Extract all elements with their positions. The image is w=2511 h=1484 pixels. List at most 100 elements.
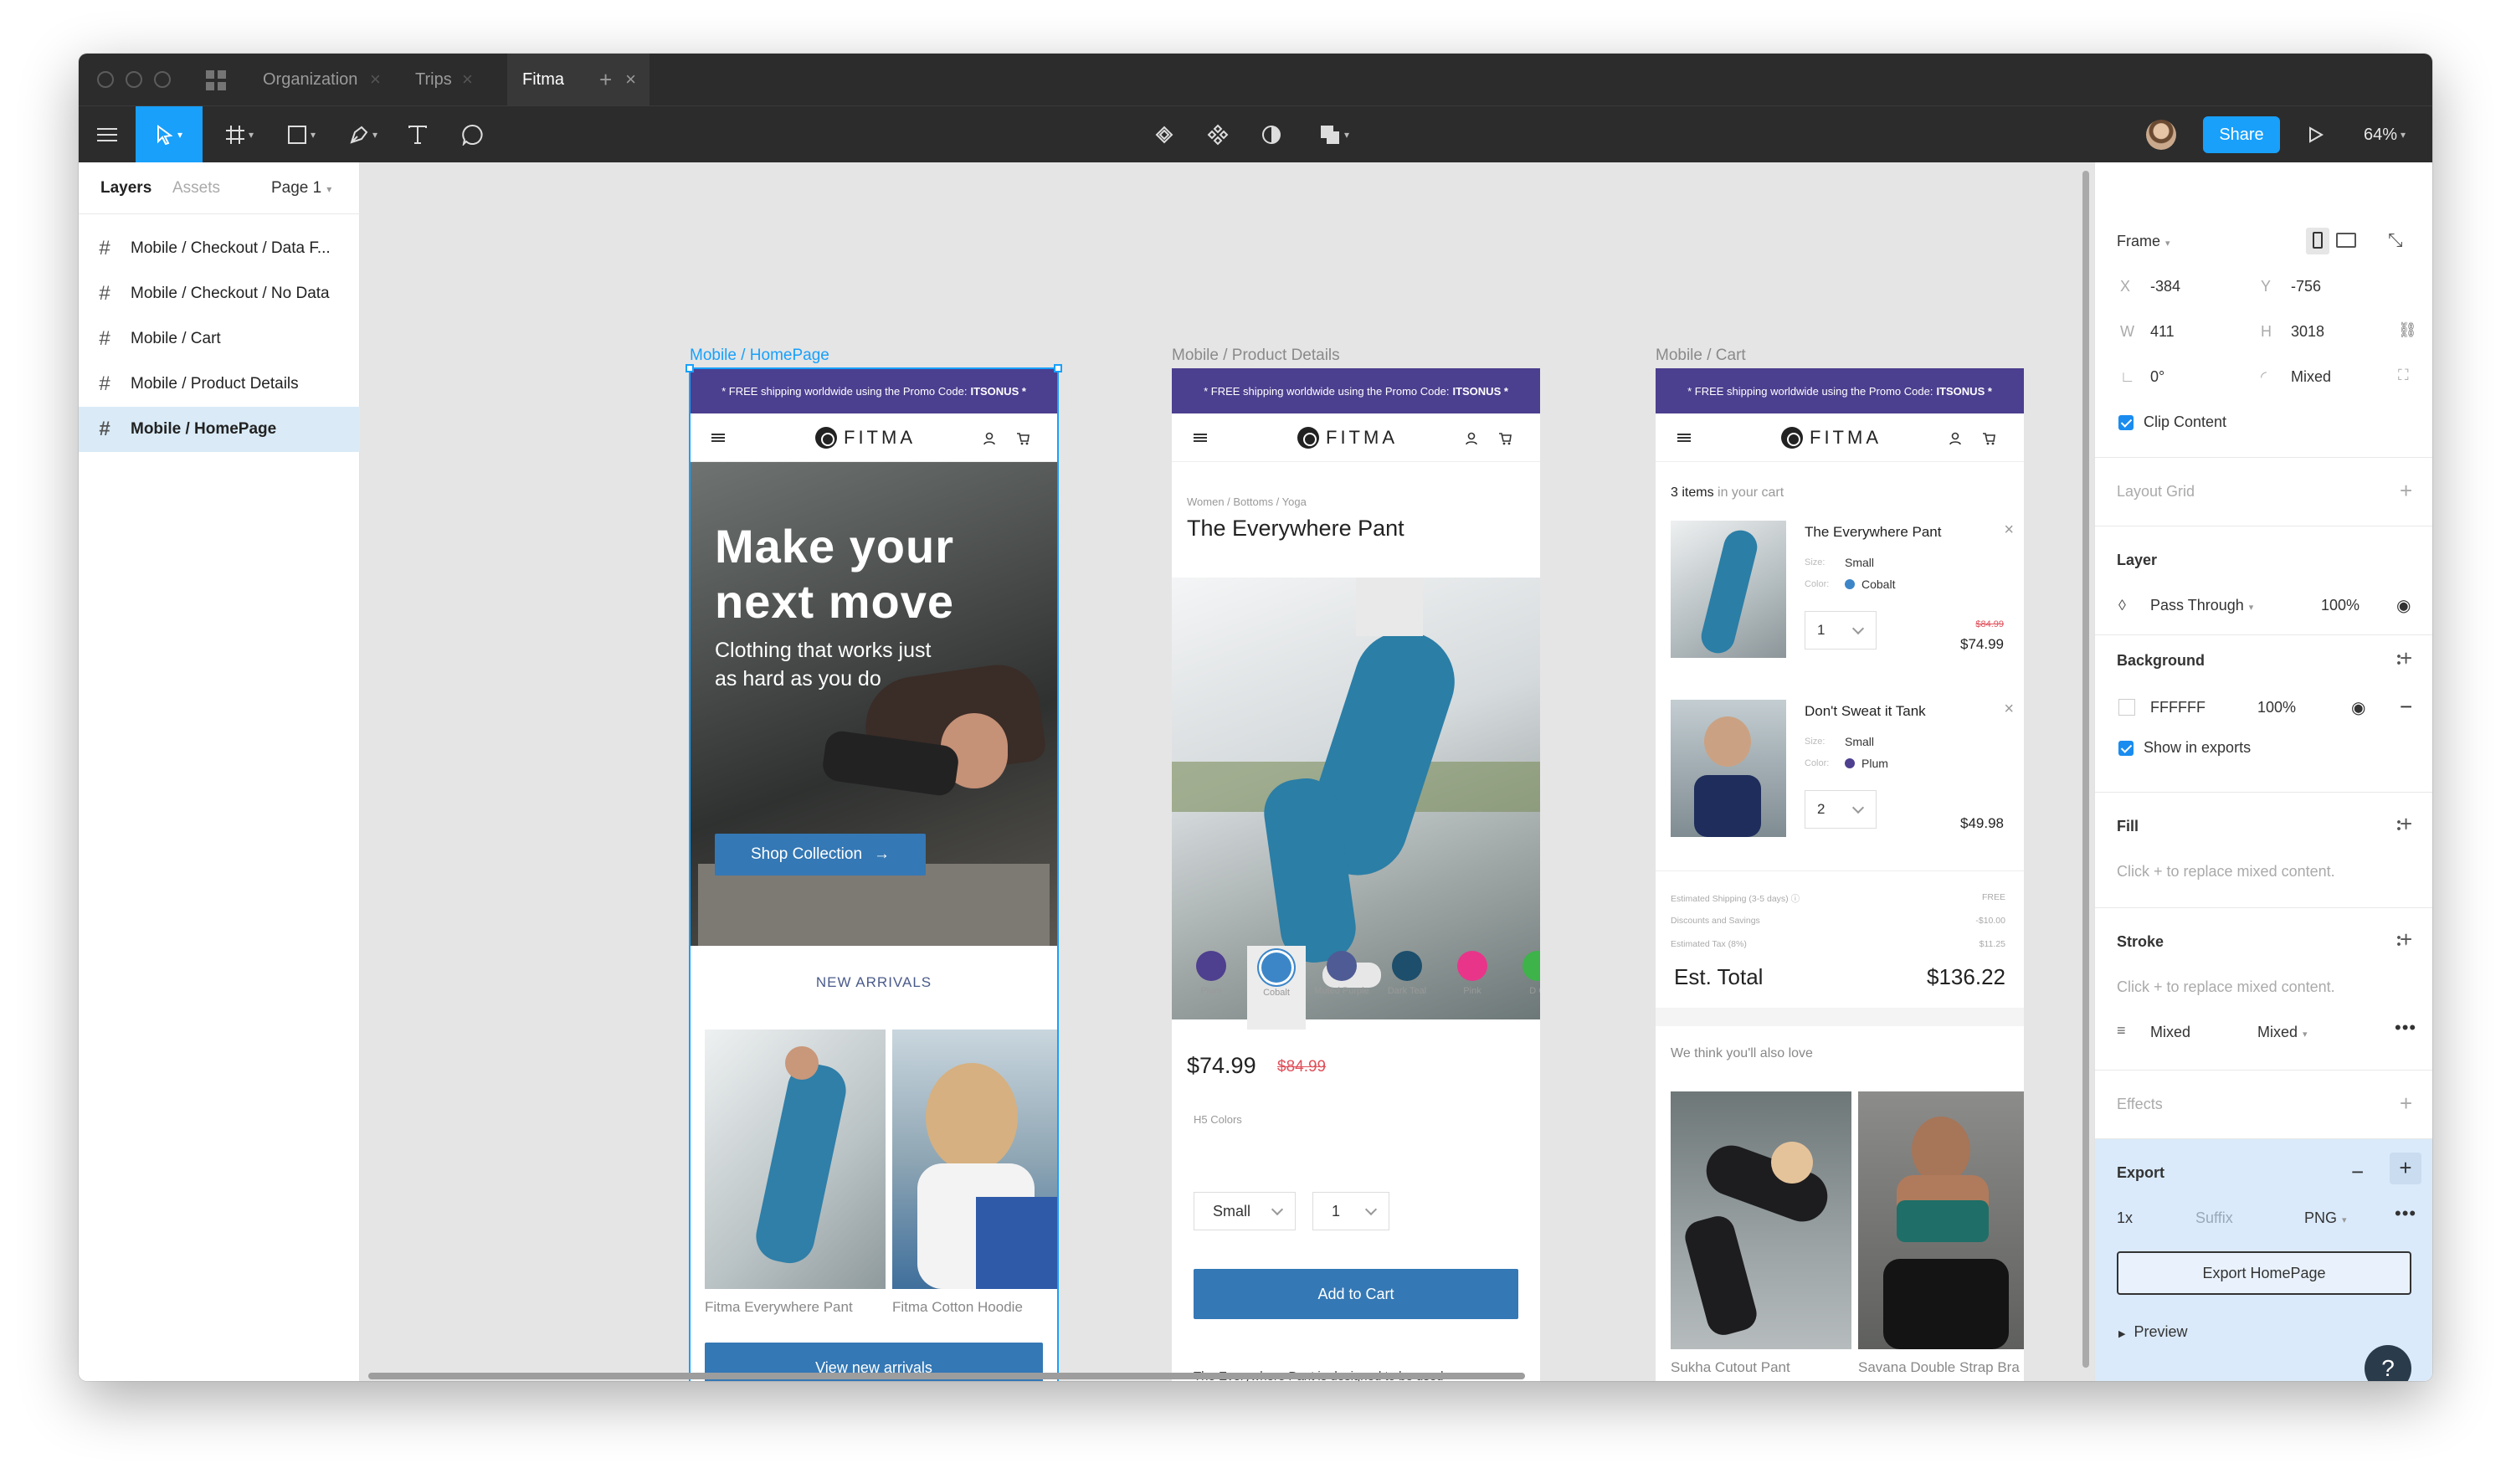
- add-stroke-icon[interactable]: +: [2400, 928, 2412, 950]
- hamburger-icon[interactable]: [711, 434, 725, 442]
- eye-icon[interactable]: ◉: [2396, 595, 2411, 616]
- help-button[interactable]: ?: [2365, 1345, 2411, 1381]
- y-input[interactable]: -756: [2291, 278, 2321, 295]
- more-options-icon[interactable]: •••: [2395, 1203, 2416, 1225]
- product-image[interactable]: [892, 1030, 1058, 1289]
- color-swatch[interactable]: [2118, 699, 2135, 716]
- minimize-window-button[interactable]: [126, 71, 142, 88]
- component-icon[interactable]: [1195, 106, 1240, 163]
- canvas[interactable]: Mobile / HomePage Mobile / Product Detai…: [360, 162, 2094, 1381]
- main-menu-icon[interactable]: [79, 106, 136, 163]
- new-tab-icon[interactable]: +: [599, 54, 612, 105]
- frame-label-homepage[interactable]: Mobile / HomePage: [690, 347, 829, 365]
- tab-fitma[interactable]: Fitma ×: [507, 54, 650, 105]
- portrait-orientation-icon[interactable]: [2306, 228, 2329, 254]
- product-name[interactable]: Fitma Everywhere Pant: [705, 1299, 853, 1316]
- recommendation-image[interactable]: [1671, 1091, 1851, 1349]
- share-button[interactable]: Share: [2203, 116, 2280, 153]
- remove-export-icon[interactable]: −: [2351, 1159, 2364, 1185]
- shop-collection-button[interactable]: Shop Collection →: [715, 834, 926, 876]
- layer-item[interactable]: # Mobile / Product Details: [79, 362, 360, 407]
- frame-cart[interactable]: * FREE shipping worldwide using the Prom…: [1656, 368, 2024, 1381]
- add-fill-icon[interactable]: +: [2400, 813, 2412, 834]
- tab-layers[interactable]: Layers: [100, 179, 151, 198]
- layer-opacity-input[interactable]: 100%: [2321, 597, 2360, 614]
- add-layout-grid-icon[interactable]: +: [2400, 480, 2412, 501]
- color-swatch[interactable]: Muted Purple: [1312, 951, 1371, 997]
- pen-tool-button[interactable]: ▾: [336, 106, 390, 163]
- move-tool-button[interactable]: ▾: [136, 106, 203, 163]
- layer-item[interactable]: # Mobile / HomePage: [79, 407, 360, 452]
- background-hex-input[interactable]: FFFFFF: [2150, 699, 2205, 716]
- frame-product-details[interactable]: * FREE shipping worldwide using the Prom…: [1172, 368, 1540, 1381]
- blend-mode-dropdown[interactable]: Pass Through ▾: [2150, 597, 2253, 614]
- boolean-group-icon[interactable]: ▾: [1302, 106, 1366, 163]
- width-input[interactable]: 411: [2150, 323, 2175, 341]
- cart-item-name[interactable]: The Everywhere Pant: [1805, 524, 1941, 541]
- export-scale-input[interactable]: 1x: [2117, 1209, 2133, 1227]
- layer-item[interactable]: # Mobile / Checkout / Data F...: [79, 226, 360, 271]
- product-name[interactable]: Fitma Cotton Hoodie: [892, 1299, 1023, 1316]
- tab-organization[interactable]: Organization: [263, 54, 357, 105]
- shape-tool-button[interactable]: ▾: [275, 106, 328, 163]
- zoom-dropdown[interactable]: 64% ▾: [2347, 106, 2422, 163]
- export-suffix-input[interactable]: Suffix: [2195, 1209, 2233, 1227]
- present-play-icon[interactable]: [2295, 106, 2337, 163]
- preview-toggle[interactable]: ▶ Preview: [2118, 1323, 2188, 1341]
- frame-tool-button[interactable]: ▾: [213, 106, 266, 163]
- create-component-icon[interactable]: [1142, 106, 1187, 163]
- quantity-dropdown[interactable]: 2: [1805, 790, 1877, 829]
- hamburger-icon[interactable]: [1677, 434, 1691, 442]
- cart-item-image[interactable]: [1671, 521, 1786, 658]
- x-input[interactable]: -384: [2150, 278, 2180, 295]
- color-swatch[interactable]: Cobalt: [1247, 946, 1306, 1030]
- layer-item[interactable]: # Mobile / Cart: [79, 316, 360, 362]
- remove-item-icon[interactable]: ×: [2004, 700, 2014, 719]
- user-avatar[interactable]: [2146, 120, 2176, 150]
- clip-content-checkbox[interactable]: Clip Content: [2118, 413, 2226, 431]
- close-tab-icon[interactable]: ×: [462, 54, 473, 105]
- vertical-scrollbar[interactable]: [2082, 171, 2089, 1368]
- stroke-weight-input[interactable]: Mixed: [2150, 1024, 2190, 1041]
- quantity-dropdown[interactable]: 1: [1805, 611, 1877, 650]
- size-dropdown[interactable]: Small: [1194, 1192, 1296, 1230]
- color-swatch[interactable]: Pink: [1443, 951, 1502, 997]
- rotation-input[interactable]: 0°: [2150, 368, 2164, 386]
- background-opacity-input[interactable]: 100%: [2257, 699, 2296, 716]
- account-icon[interactable]: [983, 432, 996, 445]
- comment-tool-button[interactable]: [450, 106, 496, 163]
- resize-to-fit-icon[interactable]: ⤡: [2388, 229, 2403, 251]
- tab-trips[interactable]: Trips: [415, 54, 452, 105]
- layer-item[interactable]: # Mobile / Checkout / No Data: [79, 271, 360, 316]
- frame-homepage[interactable]: * FREE shipping worldwide using the Prom…: [690, 368, 1058, 1381]
- stroke-align-dropdown[interactable]: Mixed ▾: [2257, 1024, 2308, 1041]
- close-tab-icon[interactable]: ×: [370, 54, 381, 105]
- height-input[interactable]: 3018: [2291, 323, 2324, 341]
- add-to-cart-button[interactable]: Add to Cart: [1194, 1269, 1518, 1319]
- file-browser-icon[interactable]: [206, 70, 226, 90]
- tab-assets[interactable]: Assets: [172, 179, 220, 198]
- mask-icon[interactable]: [1249, 106, 1294, 163]
- add-export-icon[interactable]: +: [2390, 1153, 2421, 1184]
- close-window-button[interactable]: [97, 71, 114, 88]
- independent-corners-icon[interactable]: ⛶: [2398, 367, 2409, 384]
- text-tool-button[interactable]: [395, 106, 440, 163]
- maximize-window-button[interactable]: [154, 71, 171, 88]
- export-button[interactable]: Export HomePage: [2117, 1251, 2411, 1295]
- recommendation-name[interactable]: Savana Double Strap Bra: [1858, 1359, 2020, 1376]
- add-effect-icon[interactable]: +: [2400, 1092, 2412, 1114]
- remove-item-icon[interactable]: ×: [2004, 521, 2014, 540]
- more-options-icon[interactable]: •••: [2395, 1017, 2416, 1039]
- color-swatch[interactable]: Plum: [1182, 951, 1240, 997]
- horizontal-scrollbar[interactable]: [368, 1373, 1525, 1379]
- close-tab-icon[interactable]: ×: [625, 54, 636, 105]
- color-swatch[interactable]: Dark Teal: [1378, 951, 1436, 997]
- corner-radius-input[interactable]: Mixed: [2291, 368, 2331, 386]
- page-selector[interactable]: Page 1 ▾: [271, 179, 331, 198]
- color-swatch[interactable]: D G: [1508, 951, 1540, 997]
- cart-icon[interactable]: [1016, 432, 1030, 445]
- product-image[interactable]: [705, 1030, 886, 1289]
- cart-item-image[interactable]: [1671, 700, 1786, 837]
- show-in-exports-checkbox[interactable]: Show in exports: [2118, 739, 2251, 757]
- eye-icon[interactable]: ◉: [2351, 697, 2365, 718]
